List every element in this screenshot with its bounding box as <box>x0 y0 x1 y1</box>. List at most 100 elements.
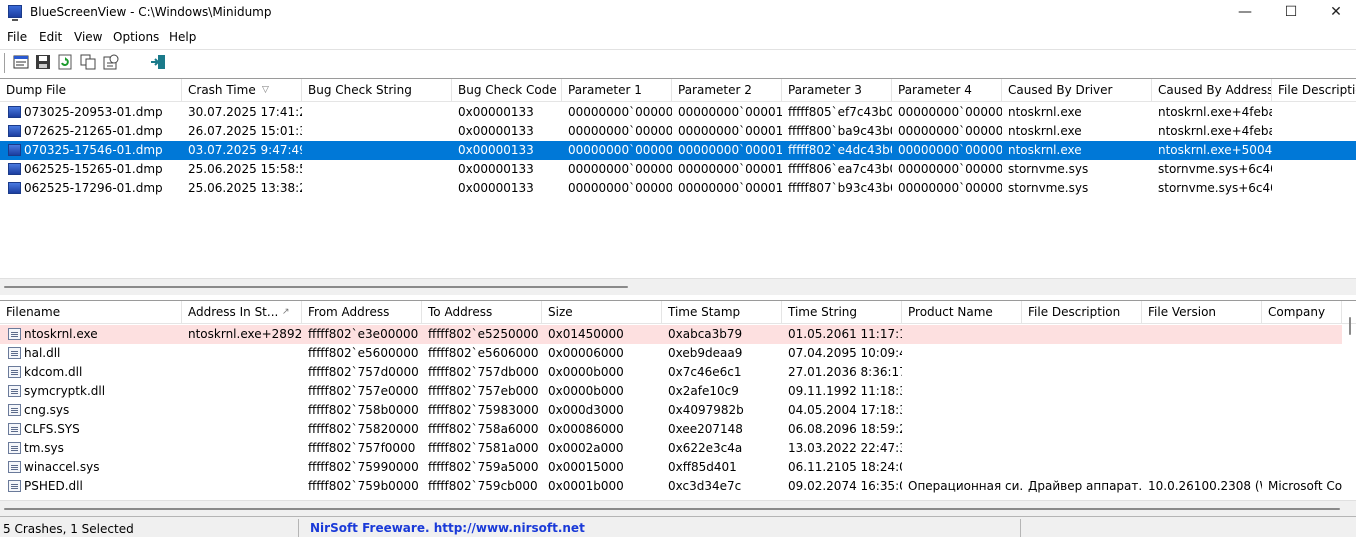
cell-file-description <box>1022 439 1142 458</box>
col-caused-by-driver[interactable]: Caused By Driver <box>1002 79 1152 101</box>
col-size[interactable]: Size <box>542 301 662 323</box>
refresh-icon[interactable] <box>57 54 73 70</box>
table-row[interactable]: tm.sys fffff802`757f0000 fffff802`7581a000… <box>0 439 1342 458</box>
report-icon[interactable] <box>103 54 119 70</box>
menu-view[interactable]: View <box>74 30 102 44</box>
cell-bug-check-string <box>302 103 452 122</box>
menu-help[interactable]: Help <box>169 30 196 44</box>
status-divider <box>298 519 299 537</box>
col-parameter-2[interactable]: Parameter 2 <box>672 79 782 101</box>
exit-icon[interactable] <box>150 54 166 70</box>
module-list[interactable]: Filename Address In St... ↗ From Address… <box>0 300 1356 517</box>
table-row[interactable]: 062525-15265-01.dmp 25.06.2025 15:58:54 0x… <box>0 160 1356 179</box>
cell-from-address: fffff802`759b0000 <box>308 479 419 493</box>
cell-caused-by-driver: ntoskrnl.exe <box>1008 143 1082 157</box>
menu-options[interactable]: Options <box>113 30 159 44</box>
cell-size: 0x00086000 <box>548 422 624 436</box>
module-list-header: Filename Address In St... ↗ From Address… <box>0 301 1356 324</box>
cell-caused-by-driver: ntoskrnl.exe <box>1008 105 1082 119</box>
cell-from-address: fffff802`757e0000 <box>308 384 419 398</box>
col-product-name[interactable]: Product Name <box>902 301 1022 323</box>
col-crash-time[interactable]: Crash Time ▽ <box>182 79 302 101</box>
col-file-version[interactable]: File Version <box>1142 301 1262 323</box>
col-parameter-1[interactable]: Parameter 1 <box>562 79 672 101</box>
module-list-vscroll-thumb[interactable] <box>1349 317 1351 335</box>
cell-company <box>1262 458 1342 477</box>
toolbar-grip <box>4 53 5 73</box>
col-filename[interactable]: Filename <box>0 301 182 323</box>
module-list-hscroll-thumb[interactable] <box>4 508 1340 510</box>
table-row[interactable]: kdcom.dll fffff802`757d0000 fffff802`757db… <box>0 363 1342 382</box>
table-row[interactable]: PSHED.dll fffff802`759b0000 fffff802`759cb… <box>0 477 1342 496</box>
cell-from-address: fffff802`e5600000 <box>308 346 419 360</box>
cell-to-address: fffff802`e5250000 <box>428 327 539 341</box>
col-parameter-3[interactable]: Parameter 3 <box>782 79 892 101</box>
col-caused-by-address[interactable]: Caused By Address <box>1152 79 1272 101</box>
save-icon[interactable] <box>35 54 51 70</box>
nirsoft-link[interactable]: NirSoft Freeware. http://www.nirsoft.net <box>310 521 585 535</box>
minimize-button[interactable]: — <box>1222 0 1268 26</box>
table-row[interactable]: hal.dll fffff802`e5600000 fffff802`e560600… <box>0 344 1342 363</box>
cell-parameter-4: 00000000`000000... <box>898 162 1002 176</box>
copy-icon[interactable] <box>80 54 96 70</box>
cell-time-stamp: 0xc3d34e7c <box>668 479 742 493</box>
table-row[interactable]: 072625-21265-01.dmp 26.07.2025 15:01:30 0x… <box>0 122 1356 141</box>
cell-to-address: fffff802`7581a000 <box>428 441 539 455</box>
col-time-stamp[interactable]: Time Stamp <box>662 301 782 323</box>
dump-list[interactable]: Dump File Crash Time ▽ Bug Check String … <box>0 78 1356 295</box>
cell-file-version <box>1142 344 1262 363</box>
cell-dump-file: 062525-17296-01.dmp <box>24 181 163 195</box>
table-row[interactable]: 073025-20953-01.dmp 30.07.2025 17:41:21 0x… <box>0 103 1356 122</box>
cell-company <box>1262 382 1342 401</box>
cell-crash-time: 26.07.2025 15:01:30 <box>188 124 302 138</box>
cell-caused-by-driver: ntoskrnl.exe <box>1008 124 1082 138</box>
cell-company <box>1262 363 1342 382</box>
cell-file-description: Драйвер аппарат... <box>1028 479 1142 493</box>
cell-size: 0x0000b000 <box>548 365 624 379</box>
cell-dump-file: 062525-15265-01.dmp <box>24 162 163 176</box>
table-row[interactable]: 070325-17546-01.dmp 03.07.2025 9:47:49 0x0… <box>0 141 1356 160</box>
cell-file-description <box>1272 179 1356 198</box>
cell-time-string: 27.01.2036 8:36:17 <box>788 365 902 379</box>
cell-time-stamp: 0x4097982b <box>668 403 744 417</box>
col-from-address[interactable]: From Address <box>302 301 422 323</box>
table-row[interactable]: cng.sys fffff802`758b0000 fffff802`7598300… <box>0 401 1342 420</box>
cell-parameter-3: fffff806`ea7c43b0 <box>788 162 892 176</box>
table-row[interactable]: symcryptk.dll fffff802`757e0000 fffff802`7… <box>0 382 1342 401</box>
cell-company <box>1262 325 1342 344</box>
cell-company <box>1262 420 1342 439</box>
col-parameter-4[interactable]: Parameter 4 <box>892 79 1002 101</box>
cell-size: 0x0001b000 <box>548 479 624 493</box>
col-address-in-stack[interactable]: Address In St... ↗ <box>182 301 302 323</box>
table-row[interactable]: 062525-17296-01.dmp 25.06.2025 13:38:24 0x… <box>0 179 1356 198</box>
col-dump-file[interactable]: Dump File <box>0 79 182 101</box>
menu-edit[interactable]: Edit <box>39 30 62 44</box>
dump-list-hscroll[interactable] <box>0 278 1356 295</box>
cell-file-description <box>1022 401 1142 420</box>
col-bug-check-string[interactable]: Bug Check String <box>302 79 452 101</box>
table-row[interactable]: ntoskrnl.exe ntoskrnl.exe+289236 fffff802`… <box>0 325 1342 344</box>
col-to-address[interactable]: To Address <box>422 301 542 323</box>
close-button[interactable]: ✕ <box>1313 0 1356 26</box>
cell-address-in-stack <box>182 382 302 401</box>
cell-crash-time: 30.07.2025 17:41:21 <box>188 105 302 119</box>
col-bug-check-code[interactable]: Bug Check Code <box>452 79 562 101</box>
cell-dump-file: 072625-21265-01.dmp <box>24 124 163 138</box>
cell-filename: CLFS.SYS <box>24 422 80 436</box>
dump-list-hscroll-thumb[interactable] <box>4 286 628 288</box>
col-module-file-description[interactable]: File Description <box>1022 301 1142 323</box>
maximize-button[interactable]: ☐ <box>1268 0 1314 26</box>
menu-file[interactable]: File <box>7 30 27 44</box>
table-row[interactable]: winaccel.sys fffff802`75990000 fffff802`75… <box>0 458 1342 477</box>
module-list-hscroll[interactable] <box>0 500 1356 517</box>
table-row[interactable]: CLFS.SYS fffff802`75820000 fffff802`758a60… <box>0 420 1342 439</box>
cell-file-description <box>1022 458 1142 477</box>
cell-filename: ntoskrnl.exe <box>24 327 98 341</box>
col-company[interactable]: Company <box>1262 301 1342 323</box>
cell-parameter-3: fffff805`ef7c43b0 <box>788 105 892 119</box>
properties-icon[interactable] <box>13 54 29 70</box>
col-time-string[interactable]: Time String <box>782 301 902 323</box>
col-file-description[interactable]: File Description <box>1272 79 1356 101</box>
cell-from-address: fffff802`757d0000 <box>308 365 419 379</box>
cell-time-string: 07.04.2095 10:09:45 <box>788 346 902 360</box>
